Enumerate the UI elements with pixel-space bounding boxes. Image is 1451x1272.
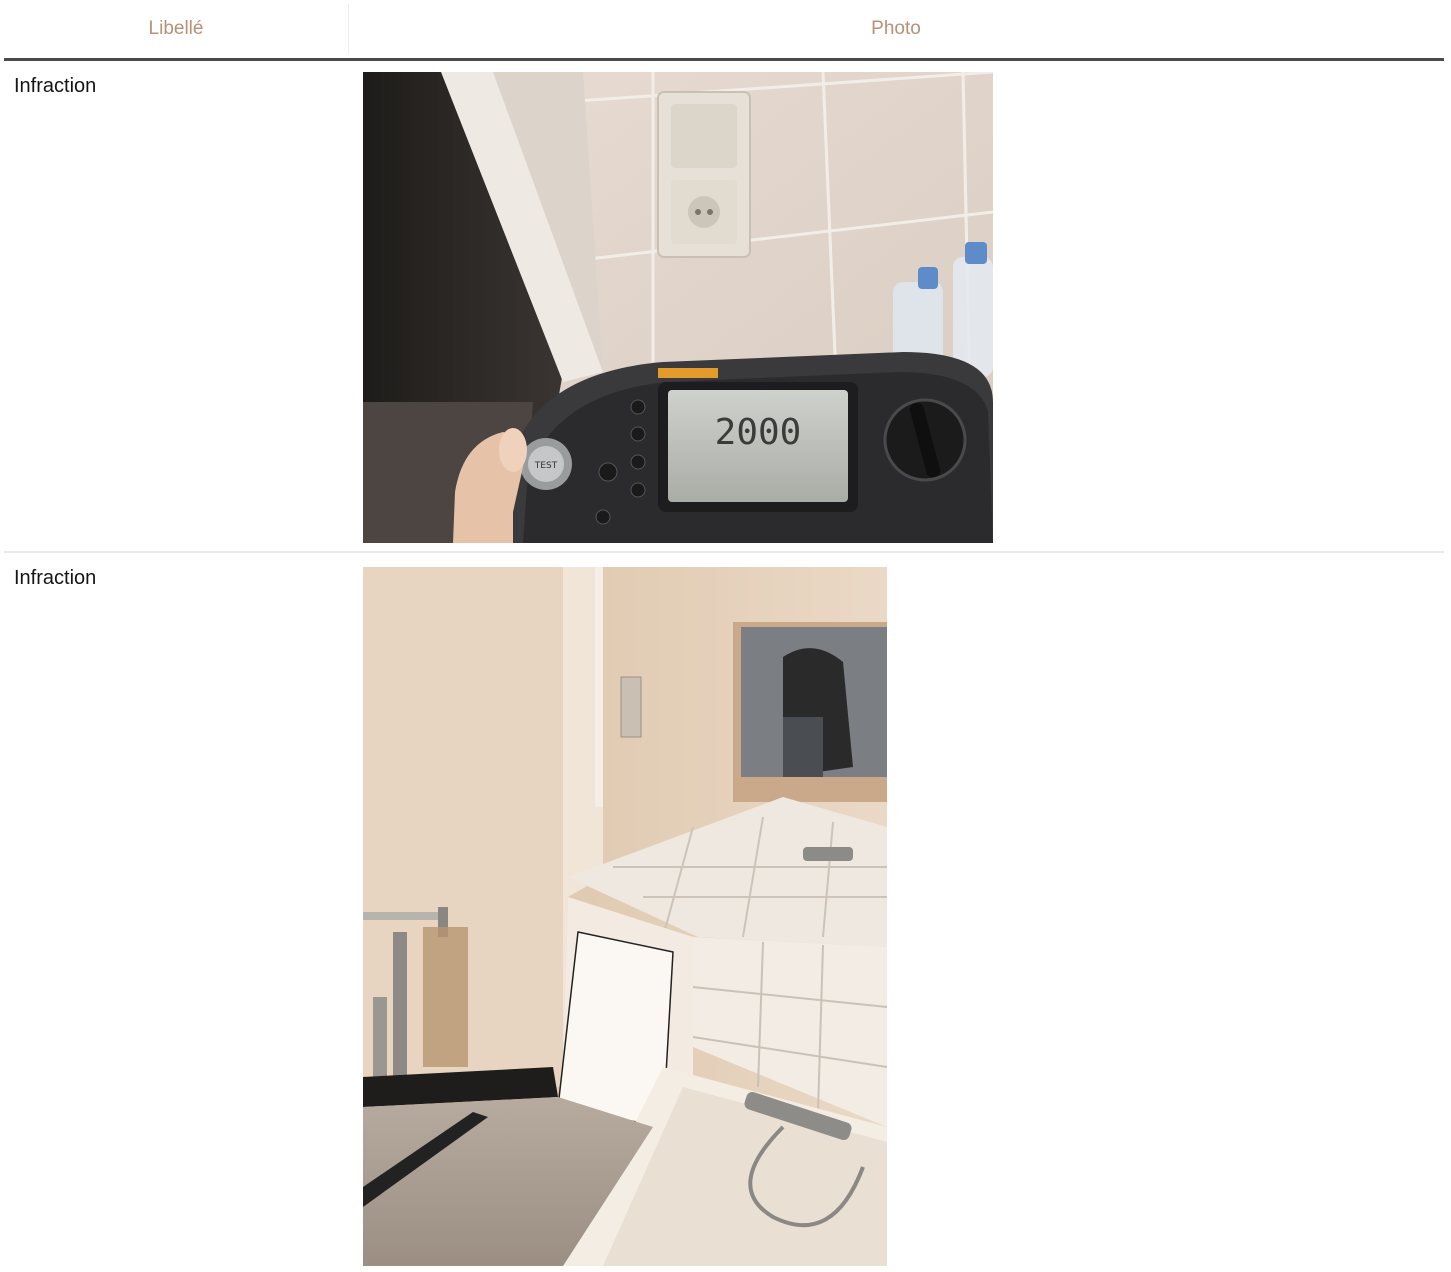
table-header: Libellé Photo xyxy=(4,0,1444,61)
meter-display-text: 2000 xyxy=(715,412,802,453)
bathroom-image xyxy=(363,567,887,1266)
photo-multimeter: 2000 TEST xyxy=(363,72,993,543)
table-row: Infraction xyxy=(4,553,1444,1272)
column-header-libelle: Libellé xyxy=(148,18,204,39)
row-label: Infraction xyxy=(14,567,97,589)
photo-bathroom xyxy=(363,567,887,1266)
table-row: Infraction xyxy=(4,61,1444,553)
multimeter-image: 2000 TEST xyxy=(363,72,993,543)
meter-test-label: TEST xyxy=(534,461,558,471)
column-header-photo: Photo xyxy=(871,18,921,39)
row-label: Infraction xyxy=(14,75,97,97)
